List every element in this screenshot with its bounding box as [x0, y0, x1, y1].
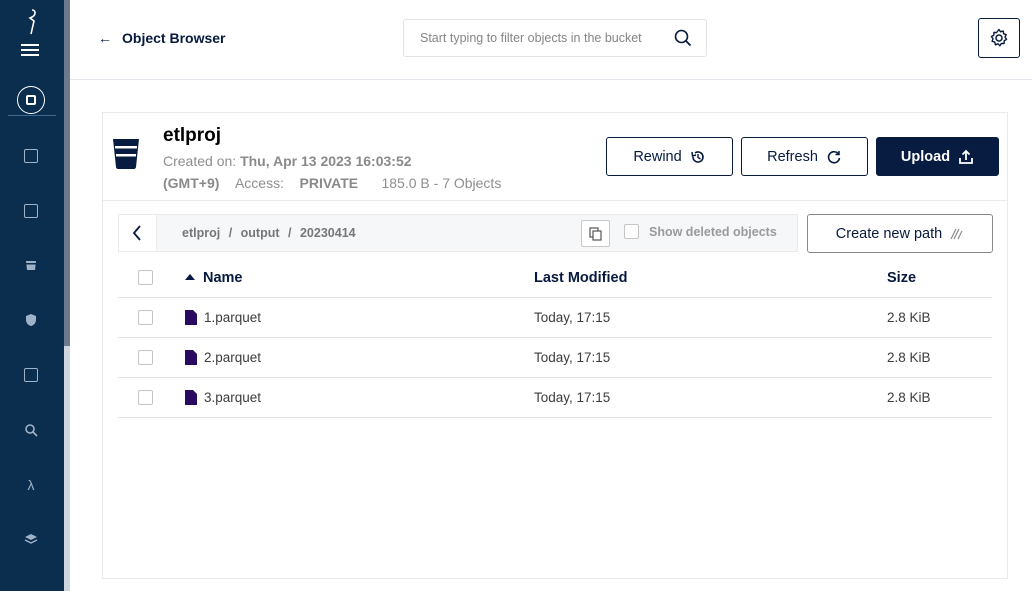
bucket-name: etlproj	[163, 125, 222, 146]
object-name: 3.parquet	[204, 390, 262, 405]
bucket-access: (GMT+9) Access: PRIVATE 185.0 B - 7 Obje…	[163, 175, 501, 191]
column-last-modified[interactable]: Last Modified	[534, 270, 627, 286]
breadcrumb-separator: /	[228, 226, 233, 240]
bucket-header: etlproj Created on: Thu, Apr 13 2023 16:…	[103, 113, 1007, 201]
sort-asc-icon	[185, 274, 195, 280]
search-box	[403, 19, 707, 57]
row-checkbox[interactable]	[138, 390, 153, 405]
column-name[interactable]: Name	[185, 270, 243, 286]
path-back-button[interactable]	[119, 215, 157, 251]
show-deleted-label: Show deleted objects	[649, 224, 777, 239]
column-name-label: Name	[203, 270, 243, 286]
breadcrumb: etlproj / output / 20230414	[182, 226, 356, 240]
timezone-value: (GMT+9)	[163, 175, 220, 191]
chevron-left-icon	[132, 225, 141, 241]
object-modified: Today, 17:15	[534, 310, 611, 325]
show-deleted-toggle[interactable]: Show deleted objects	[624, 224, 777, 239]
table-row[interactable]: 1.parquet Today, 17:15 2.8 KiB	[118, 298, 992, 338]
search-icon[interactable]	[674, 29, 692, 47]
object-modified: Today, 17:15	[534, 350, 611, 365]
object-name: 2.parquet	[204, 350, 262, 365]
file-icon	[185, 310, 197, 325]
refresh-icon	[827, 150, 841, 164]
page-header: ← Object Browser	[70, 0, 1032, 80]
object-name-cell[interactable]: 2.parquet	[185, 350, 261, 365]
row-checkbox[interactable]	[138, 350, 153, 365]
tiers-icon[interactable]	[24, 532, 38, 546]
breadcrumb-separator: /	[288, 226, 292, 240]
documents-icon[interactable]	[24, 204, 38, 218]
object-name: 1.parquet	[204, 310, 262, 325]
object-name-cell[interactable]: 1.parquet	[185, 310, 261, 325]
back-arrow-icon: ←	[98, 30, 112, 46]
refresh-button[interactable]: Refresh	[741, 137, 868, 176]
row-checkbox[interactable]	[138, 310, 153, 325]
bucket-created: Created on: Thu, Apr 13 2023 16:03:52	[163, 153, 412, 169]
create-path-label: Create new path	[835, 225, 943, 242]
back-label: Object Browser	[122, 30, 226, 46]
rewind-label: Rewind	[633, 148, 682, 165]
show-deleted-checkbox[interactable]	[624, 224, 639, 239]
object-modified: Today, 17:15	[534, 390, 611, 405]
policy-icon[interactable]	[24, 313, 38, 327]
upload-label: Upload	[900, 148, 951, 165]
breadcrumb-item[interactable]: etlproj	[182, 226, 220, 240]
path-bar: etlproj / output / 20230414 Show deleted…	[118, 214, 798, 252]
bucket-icon	[113, 139, 139, 169]
rewind-button[interactable]: Rewind	[606, 137, 733, 176]
object-name-cell[interactable]: 3.parquet	[185, 390, 261, 405]
breadcrumb-item[interactable]: output	[241, 226, 280, 240]
object-size: 2.8 KiB	[887, 350, 931, 365]
new-path-icon	[950, 228, 963, 239]
sidebar-item-object-browser[interactable]	[8, 84, 56, 116]
history-icon	[690, 150, 704, 163]
minio-logo[interactable]	[22, 8, 42, 36]
object-size: 2.8 KiB	[887, 310, 931, 325]
table-row[interactable]: 2.parquet Today, 17:15 2.8 KiB	[118, 338, 992, 378]
identity-icon[interactable]	[24, 149, 38, 163]
sidebar-scrollbar[interactable]	[64, 0, 70, 591]
created-label: Created on:	[163, 153, 237, 169]
breadcrumb-item[interactable]: 20230414	[300, 226, 356, 240]
monitoring-icon[interactable]	[24, 423, 38, 437]
lambda-icon[interactable]: λ	[24, 478, 38, 492]
access-label: Access:	[234, 175, 284, 191]
copy-icon	[589, 227, 602, 241]
bucket-usage: 185.0 B - 7 Objects	[381, 175, 502, 191]
copy-path-button[interactable]	[581, 220, 610, 247]
file-icon	[185, 350, 197, 365]
object-size: 2.8 KiB	[887, 390, 931, 405]
column-size[interactable]: Size	[887, 270, 916, 286]
search-input[interactable]	[405, 21, 655, 55]
upload-icon	[959, 149, 973, 164]
refresh-label: Refresh	[767, 148, 818, 165]
buckets-icon[interactable]	[24, 258, 38, 272]
objects-table: Name Last Modified Size 1.parquet Today,…	[118, 258, 992, 418]
access-icon[interactable]	[24, 368, 38, 382]
back-to-object-browser[interactable]: ← Object Browser	[98, 30, 225, 46]
gear-icon	[990, 28, 1008, 47]
upload-button[interactable]: Upload	[876, 137, 999, 176]
menu-icon[interactable]	[21, 44, 39, 58]
create-new-path-button[interactable]: Create new path	[807, 214, 993, 253]
table-row[interactable]: 3.parquet Today, 17:15 2.8 KiB	[118, 378, 992, 418]
created-value: Thu, Apr 13 2023 16:03:52	[240, 153, 412, 169]
sidebar: λ	[0, 0, 64, 591]
select-all-checkbox[interactable]	[138, 270, 153, 285]
object-browser-icon	[17, 86, 45, 114]
access-value: PRIVATE	[299, 175, 359, 191]
bucket-panel: etlproj Created on: Thu, Apr 13 2023 16:…	[102, 112, 1008, 579]
table-header: Name Last Modified Size	[118, 258, 992, 298]
settings-button[interactable]	[978, 18, 1020, 58]
file-icon	[185, 390, 197, 405]
